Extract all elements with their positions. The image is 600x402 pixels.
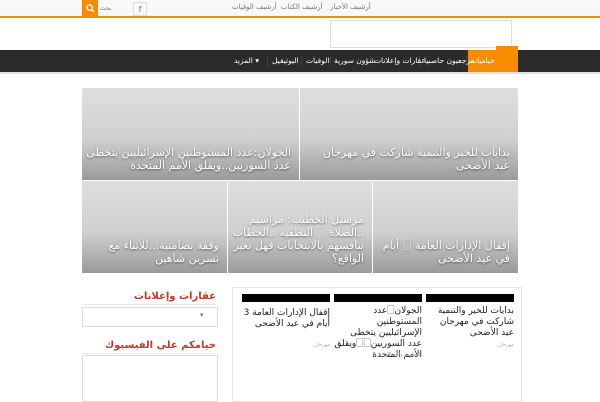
slide-title[interactable]: الجولان:عدد المستوطنين الإسرائيليين يتخط… (86, 146, 291, 172)
card-title[interactable]: بدايات للخير والتنمية شاركت في مهرجان عي… (426, 306, 514, 339)
top-link-writers-archive[interactable]: أرشيف الكتاب (281, 3, 323, 11)
facebook-icon[interactable]: f (133, 2, 147, 16)
search-input[interactable] (100, 0, 130, 16)
nav-item-obituaries[interactable]: الوفيات (306, 50, 329, 72)
search-icon (85, 3, 95, 13)
widget-divider (82, 304, 216, 305)
widget-title-ads: عقارات وإعلانات (133, 291, 216, 302)
nav-item-real-estate[interactable]: عقارات وإعلانات (374, 50, 426, 72)
nav-separator (301, 56, 302, 66)
card-image[interactable] (242, 294, 330, 302)
slide-featured-4[interactable]: مرسيل الخطيب: مراسيم ..الصلاة 🗌 النطقية … (228, 181, 372, 273)
nav-item-more[interactable]: المزيد ▾ (234, 50, 259, 72)
slide-featured-1[interactable]: بدايات للخير والتنمية شاركت في مهرجان عي… (300, 88, 518, 180)
nav-separator (267, 56, 268, 66)
slide-featured-5[interactable]: وقفة تضامنية...للأثناء مع نسرين شاهين (82, 181, 227, 273)
slide-title[interactable]: إقفال الإدارات العامة 🗌 أيام في عيد الأض… (376, 239, 510, 265)
nav-home-button[interactable] (496, 46, 518, 72)
card-category[interactable]: المقاومة والإحتلال (334, 352, 422, 358)
card-image[interactable] (426, 294, 514, 302)
slide-featured-3[interactable]: إقفال الإدارات العامة 🗌 أيام في عيد الأض… (373, 181, 518, 273)
nav-separator (330, 56, 331, 66)
nav-item-youtube[interactable]: اليوتيفيل (272, 50, 299, 72)
slide-featured-2[interactable]: الجولان:عدد المستوطنين الإسرائيليين يتخط… (82, 88, 299, 180)
header-logo-area (330, 20, 512, 48)
chevron-down-icon: ▾ (200, 311, 204, 319)
card-category[interactable]: مهرجان (426, 342, 514, 348)
widget-divider (82, 353, 216, 354)
slide-title[interactable]: بدايات للخير والتنمية شاركت في مهرجان عي… (305, 146, 510, 172)
card-title[interactable]: إقفال الإدارات العامة 3 أيام في عيد الأض… (242, 308, 330, 330)
search-button[interactable] (82, 0, 98, 16)
slide-title[interactable]: مرسيل الخطيب: مراسيم ..الصلاة 🗌 النطقية … (230, 213, 364, 265)
nav-item-syria[interactable]: شؤون سورية (334, 50, 376, 72)
top-link-news-archive[interactable]: أرشيف الأخبار (330, 3, 371, 11)
ads-select[interactable] (82, 307, 218, 327)
top-link-deaths-archive[interactable]: أرشيف الوفيات (232, 3, 277, 11)
nav-item-marjayoun[interactable]: مرجعيون حاصبيا (424, 50, 475, 72)
top-accent-line (0, 16, 600, 18)
facebook-widget-box[interactable] (82, 355, 218, 402)
card-image[interactable] (334, 294, 422, 302)
widget-title-facebook: خيامكم على الفيسبوك (104, 340, 216, 351)
slide-title[interactable]: وقفة تضامنية...للأثناء مع نسرين شاهين (85, 239, 219, 265)
card-category[interactable]: مهرجان (242, 342, 330, 348)
